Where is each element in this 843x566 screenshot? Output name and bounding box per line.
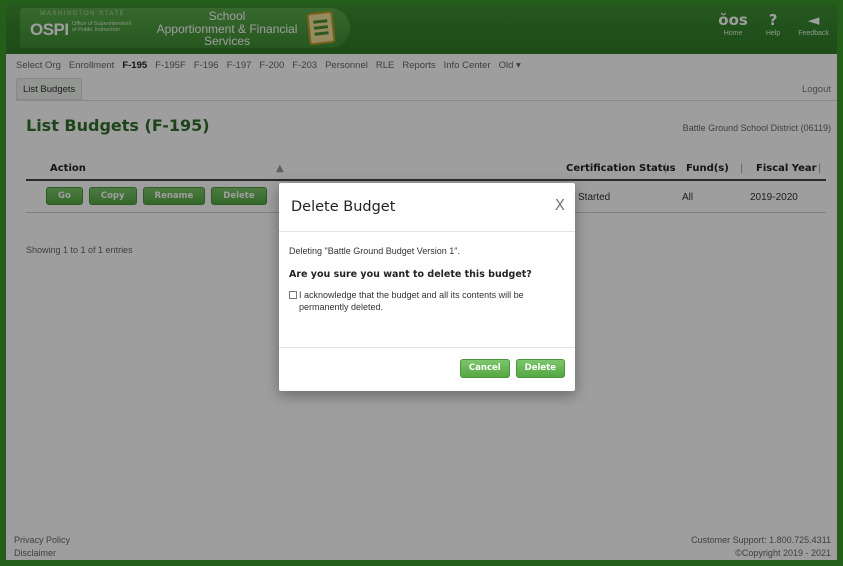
dialog-divider: [279, 231, 575, 232]
delete-budget-dialog: Delete Budget X Deleting "Battle Ground …: [279, 183, 575, 391]
delete-button[interactable]: Delete: [515, 359, 565, 378]
dialog-title: Delete Budget: [291, 199, 396, 215]
deleting-text: Deleting "Battle Ground Budget Version 1…: [289, 246, 460, 256]
acknowledge-checkbox[interactable]: [289, 291, 297, 299]
acknowledge-row: I acknowledge that the budget and all it…: [289, 289, 565, 313]
confirm-question: Are you sure you want to delete this bud…: [289, 269, 532, 280]
dialog-footer: Cancel Delete: [459, 359, 565, 378]
dialog-footer-divider: [279, 347, 575, 348]
cancel-button[interactable]: Cancel: [459, 359, 510, 378]
close-icon[interactable]: X: [555, 196, 565, 214]
acknowledge-label[interactable]: I acknowledge that the budget and all it…: [299, 289, 565, 313]
dialog-body: Deleting "Battle Ground Budget Version 1…: [289, 245, 565, 313]
